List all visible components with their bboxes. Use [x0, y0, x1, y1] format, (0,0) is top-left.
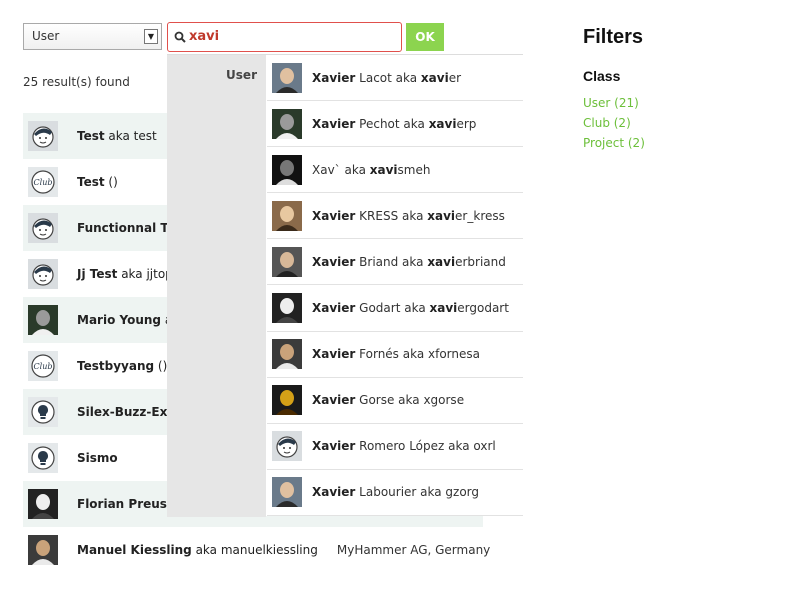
scope-select[interactable]: User ▼ — [23, 23, 162, 50]
photo-avatar — [28, 305, 58, 335]
photo-avatar — [272, 246, 302, 277]
photo-avatar — [272, 477, 302, 508]
svg-text:Club: Club — [34, 178, 53, 187]
user-avatar — [272, 431, 302, 462]
dropdown-item[interactable]: Xavier Fornés aka xfornesa — [267, 332, 523, 378]
photo-avatar — [272, 339, 302, 370]
photo-avatar — [272, 62, 302, 93]
user-avatar — [28, 259, 58, 289]
result-name[interactable]: Testbyyang () — [77, 359, 167, 373]
chevron-down-icon[interactable]: ▼ — [144, 29, 158, 44]
dropdown-section-label: User — [226, 68, 257, 82]
filter-link-club[interactable]: Club (2) — [583, 116, 631, 130]
project-avatar — [28, 397, 58, 427]
result-name[interactable]: Test () — [77, 175, 118, 189]
search-input[interactable]: xavi — [167, 22, 402, 52]
dropdown-list: Xavier Lacot aka xavier Xavier Pechot aka… — [267, 55, 523, 516]
dropdown-item[interactable]: Xav` aka xavismeh — [267, 147, 523, 194]
dropdown-item[interactable]: Xavier Pechot aka xavierp — [267, 101, 523, 148]
dropdown-item[interactable]: Xavier Gorse aka xgorse — [267, 378, 523, 424]
dropdown-item[interactable]: Xavier Godart aka xaviergodart — [267, 285, 523, 332]
photo-avatar — [28, 489, 58, 519]
photo-avatar — [272, 293, 302, 324]
photo-avatar — [28, 535, 58, 565]
ok-button[interactable]: OK — [406, 23, 444, 51]
filters-class-heading: Class — [583, 68, 621, 84]
dropdown-item[interactable]: Xavier Romero López aka oxrl — [267, 424, 523, 470]
dropdown-section-sidebar: User — [167, 55, 266, 517]
result-row[interactable]: Manuel Kiessling aka manuelkiessling MyHa… — [23, 527, 490, 573]
result-name[interactable]: Silex-Buzz-Ext — [77, 405, 173, 419]
filters-title: Filters — [583, 26, 644, 48]
dropdown-item-label: Xavier Pechot aka xavierp — [312, 116, 477, 131]
result-count: 25 result(s) found — [23, 75, 130, 89]
dropdown-item-label: Xavier KRESS aka xavier_kress — [312, 208, 505, 223]
user-avatar — [28, 121, 58, 151]
result-name[interactable]: Test aka test — [77, 129, 157, 143]
club-avatar: Club — [28, 167, 58, 197]
user-avatar — [28, 213, 58, 243]
dropdown-item-label: Xavier Fornés aka xfornesa — [312, 347, 480, 362]
svg-text:Club: Club — [34, 362, 53, 371]
result-name[interactable]: Functionnal Te — [77, 221, 175, 235]
search-query: xavi — [189, 29, 220, 44]
dropdown-item-label: Xavier Briand aka xavierbriand — [312, 254, 506, 269]
result-name[interactable]: Jj Test aka jjtop — [77, 267, 173, 281]
club-avatar: Club — [28, 351, 58, 381]
photo-avatar — [272, 385, 302, 416]
search-icon — [174, 31, 186, 43]
project-avatar — [28, 443, 58, 473]
dropdown-item-label: Xavier Lacot aka xavier — [312, 70, 462, 85]
dropdown-item[interactable]: Xavier Labourier aka gzorg — [267, 470, 523, 516]
dropdown-item[interactable]: Xavier Lacot aka xavier — [267, 55, 523, 102]
dropdown-item-label: Xavier Romero López aka oxrl — [312, 439, 496, 454]
dropdown-item-label: Xavier Labourier aka gzorg — [312, 485, 480, 500]
result-name[interactable]: Sismo — [77, 451, 118, 465]
result-location: MyHammer AG, Germany — [336, 543, 491, 557]
dropdown-item-label: Xavier Godart aka xaviergodart — [312, 301, 509, 316]
photo-avatar — [272, 200, 302, 231]
photo-avatar — [272, 154, 302, 185]
dropdown-item-label: Xav` aka xavismeh — [312, 162, 431, 177]
result-name[interactable]: Mario Young ak — [77, 313, 179, 327]
scope-select-value: User — [32, 29, 60, 43]
filter-link-user[interactable]: User (21) — [583, 96, 639, 110]
filter-link-project[interactable]: Project (2) — [583, 136, 645, 150]
autocomplete-dropdown: User Xavier Lacot aka xavier Xavier Pecho… — [167, 54, 523, 517]
dropdown-item[interactable]: Xavier KRESS aka xavier_kress — [267, 193, 523, 240]
dropdown-item-label: Xavier Gorse aka xgorse — [312, 393, 465, 408]
dropdown-item[interactable]: Xavier Briand aka xavierbriand — [267, 239, 523, 286]
photo-avatar — [272, 108, 302, 139]
result-name[interactable]: Manuel Kiessling aka manuelkiessling — [77, 543, 318, 557]
